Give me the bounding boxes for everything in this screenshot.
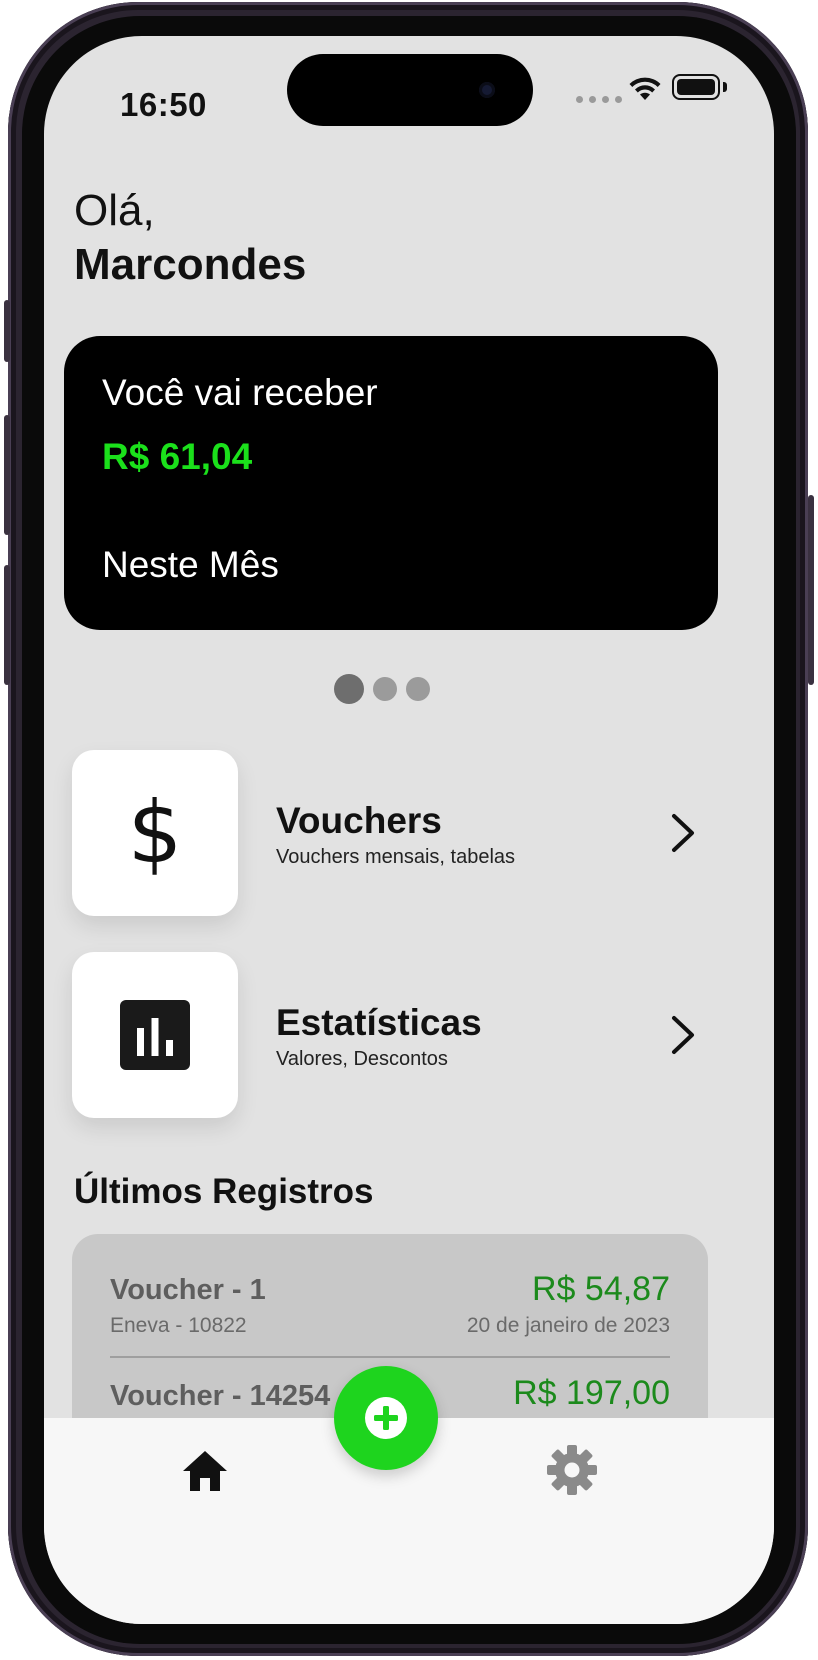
- menu-item-vouchers[interactable]: $ Vouchers Vouchers mensais, tabelas: [72, 750, 708, 916]
- dynamic-island: [287, 54, 533, 126]
- user-name: Marcondes: [74, 240, 307, 289]
- balance-card[interactable]: Você vai receber R$ 61,04 Neste Mês: [64, 336, 718, 630]
- page-dot[interactable]: [406, 677, 430, 701]
- status-time: 16:50: [120, 86, 207, 123]
- balance-period: Neste Mês: [102, 544, 279, 585]
- menu-item-title: Estatísticas: [276, 1002, 482, 1043]
- menu-item-statistics[interactable]: Estatísticas Valores, Descontos: [72, 952, 708, 1118]
- record-amount: R$ 197,00: [513, 1374, 670, 1412]
- record-title: Voucher - 14254: [110, 1380, 331, 1412]
- action-button: [4, 300, 10, 362]
- gear-icon[interactable]: [546, 1444, 598, 1496]
- menu-item-subtitle: Valores, Descontos: [276, 1048, 448, 1070]
- plus-circle-icon: [365, 1397, 407, 1439]
- add-button[interactable]: [334, 1366, 438, 1470]
- chevron-right-icon: [672, 814, 694, 852]
- page-dot-active[interactable]: [334, 674, 364, 704]
- app-screen: 16:50 Olá, Marcondes Você vai receber R$…: [44, 36, 774, 1624]
- power-button: [808, 495, 814, 685]
- chevron-right-icon: [672, 1016, 694, 1054]
- balance-card-title: Você vai receber: [102, 372, 378, 413]
- wifi-icon: [629, 77, 661, 100]
- home-icon[interactable]: [180, 1448, 230, 1494]
- volume-down-button: [4, 565, 10, 685]
- record-subtitle: Eneva - 10822: [110, 1314, 247, 1337]
- camera-icon: [479, 82, 495, 98]
- carousel-pagination: [334, 674, 430, 704]
- volume-up-button: [4, 415, 10, 535]
- page-dot[interactable]: [373, 677, 397, 701]
- battery-cap: [723, 82, 727, 92]
- greeting-text: Olá,: [74, 186, 155, 235]
- cellular-signal-icon: [576, 96, 622, 103]
- record-date: 20 de janeiro de 2023: [466, 1314, 670, 1337]
- records-section-title: Últimos Registros: [74, 1172, 374, 1211]
- dollar-icon: $: [127, 783, 183, 883]
- list-divider: [110, 1356, 670, 1358]
- menu-item-subtitle: Vouchers mensais, tabelas: [276, 846, 516, 868]
- battery-icon: [672, 74, 720, 100]
- balance-amount: R$ 61,04: [102, 436, 253, 477]
- record-title: Voucher - 1: [110, 1274, 266, 1306]
- vouchers-tile[interactable]: $: [72, 750, 238, 916]
- statistics-tile[interactable]: [72, 952, 238, 1118]
- record-amount: R$ 54,87: [532, 1270, 670, 1308]
- bar-chart-icon: [120, 1000, 190, 1070]
- menu-item-title: Vouchers: [276, 800, 442, 841]
